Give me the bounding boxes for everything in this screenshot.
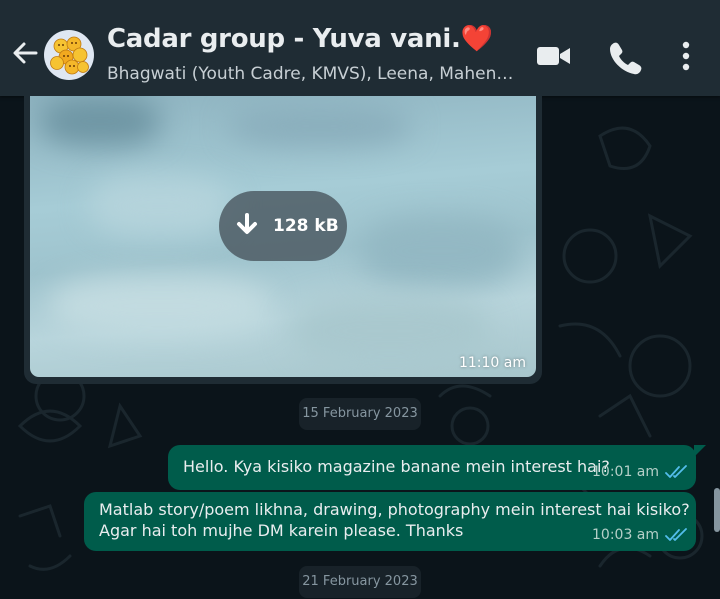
bubble-tail — [694, 445, 706, 457]
message-time: 10:01 am — [592, 464, 660, 480]
group-avatar[interactable] — [44, 30, 94, 80]
emoji-faces-icon — [50, 36, 89, 75]
download-button[interactable]: 128 kB — [219, 191, 347, 261]
back-arrow-icon[interactable] — [10, 38, 40, 68]
heart-emoji: ❤️ — [460, 24, 493, 54]
outgoing-message[interactable]: Hello. Kya kisiko magazine banane mein i… — [168, 445, 696, 490]
image-time: 11:10 am — [458, 355, 526, 371]
chat-header: Cadar group - Yuva vani.❤️ Bhagwati (You… — [0, 0, 720, 96]
outgoing-message[interactable]: Matlab story/poem likhna, drawing, photo… — [84, 492, 696, 551]
double-tick-read-icon — [665, 528, 687, 541]
download-size: 128 kB — [273, 216, 339, 236]
group-members[interactable]: Bhagwati (Youth Cadre, KMVS), Leena, Mah… — [107, 64, 517, 84]
message-time: 10:03 am — [592, 527, 660, 543]
scrollbar[interactable] — [714, 488, 720, 532]
more-options-icon[interactable] — [666, 36, 706, 76]
double-tick-read-icon — [665, 465, 687, 478]
message-text-line-2: Agar hai toh mujhe DM karein please. Tha… — [99, 521, 464, 540]
message-meta: 10:03 am — [592, 527, 689, 543]
video-call-icon[interactable] — [534, 36, 574, 76]
date-chip: 15 February 2023 — [299, 398, 421, 430]
message-meta: 10:01 am — [592, 464, 689, 480]
message-text: Hello. Kya kisiko magazine banane mein i… — [183, 457, 610, 476]
chat-title[interactable]: Cadar group - Yuva vani.❤️ — [107, 24, 493, 54]
date-chip: 21 February 2023 — [299, 566, 421, 598]
chat-title-text: Cadar group - Yuva vani. — [107, 24, 461, 54]
download-arrow-icon — [237, 213, 257, 234]
message-text-line-1: Matlab story/poem likhna, drawing, photo… — [99, 500, 690, 519]
voice-call-icon[interactable] — [604, 36, 644, 76]
